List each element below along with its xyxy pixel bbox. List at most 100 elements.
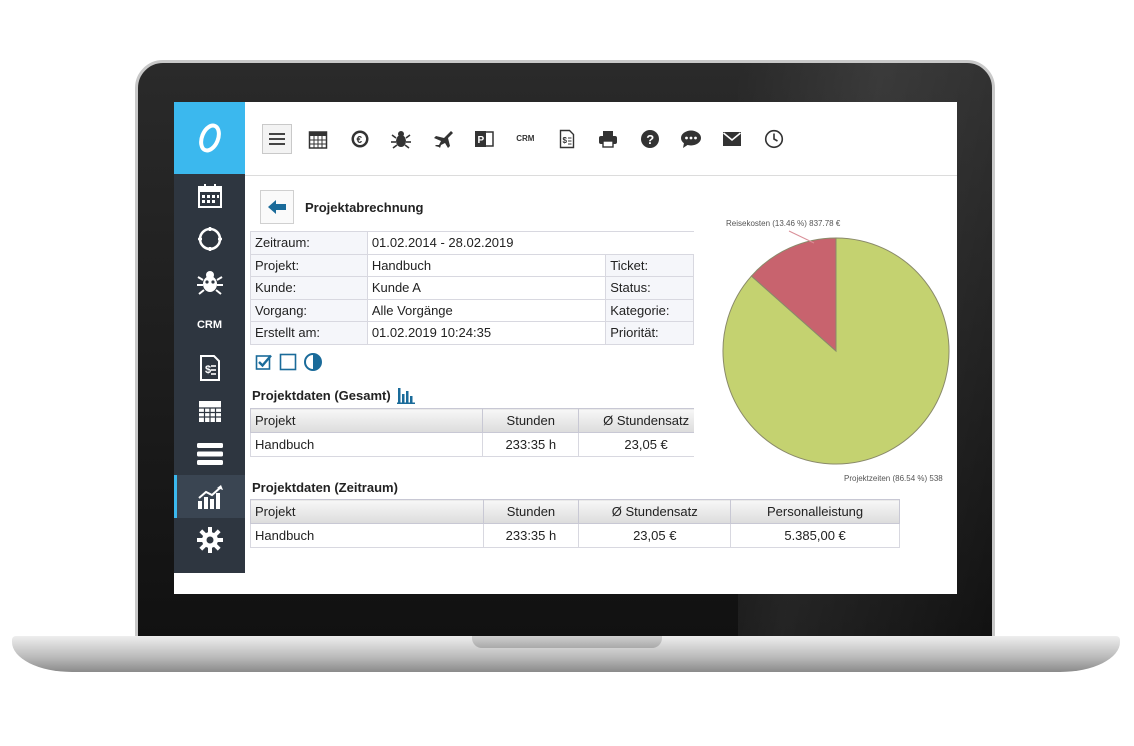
bar-chart-icon[interactable] xyxy=(396,386,415,404)
travel-button[interactable] xyxy=(428,124,458,154)
column-header[interactable]: Stunden xyxy=(482,499,580,524)
svg-text:$: $ xyxy=(205,364,211,376)
table-zeitraum: Projekt Stunden Ø Stundensatz Personalle… xyxy=(250,499,900,548)
printer-icon xyxy=(599,130,618,148)
sidebar-item-compass[interactable] xyxy=(174,217,245,260)
contrast-icon[interactable] xyxy=(303,352,323,372)
calendar-icon xyxy=(197,183,222,208)
powerpoint-icon: P xyxy=(474,130,494,147)
slice-label-projektzeiten: Projektzeiten (86.54 %) 538 xyxy=(844,474,943,483)
svg-text:$: $ xyxy=(562,136,567,145)
value-projekt: Handbuch xyxy=(366,253,607,277)
table-cell: Handbuch xyxy=(250,523,484,548)
crm-label: CRM xyxy=(516,134,535,143)
table-row: Handbuch 233:35 h 23,05 € xyxy=(249,432,714,457)
section-title-gesamt-text: Projektdaten (Gesamt) xyxy=(252,387,391,403)
gear-icon xyxy=(196,526,223,553)
crm-label: CRM xyxy=(196,318,223,331)
label-erstellt: Erstellt am: xyxy=(250,321,368,345)
finance-button[interactable]: € xyxy=(345,124,375,154)
time-button[interactable] xyxy=(759,124,789,154)
label-ticket: Ticket: xyxy=(605,253,695,277)
label-kunde: Kunde: xyxy=(250,276,368,300)
table-cell: 23,05 € xyxy=(578,523,732,548)
invoice-icon: $ xyxy=(559,129,574,148)
chat-icon xyxy=(680,130,701,148)
chat-button[interactable] xyxy=(676,124,706,154)
table-calendar-icon xyxy=(198,400,221,422)
help-icon: ? xyxy=(640,129,659,148)
clock-icon xyxy=(764,129,783,148)
label-status: Status: xyxy=(605,276,695,300)
column-header[interactable]: Projekt xyxy=(249,408,484,433)
back-button[interactable] xyxy=(260,190,294,224)
table-row: Projekt: Handbuch Ticket: xyxy=(250,253,770,277)
section-title-gesamt: Projektdaten (Gesamt) xyxy=(252,386,415,404)
pie-chart-panel: Reisekosten (13.46 %) 837.78 € Projektze… xyxy=(694,206,957,492)
label-prioritaet: Priorität: xyxy=(605,321,695,345)
sidebar-item-planner[interactable] xyxy=(174,389,245,432)
table-header-row: Projekt Stunden Ø Stundensatz Personalle… xyxy=(250,499,900,524)
info-table: Zeitraum: 01.02.2014 - 28.02.2019 Projek… xyxy=(250,231,771,345)
toolbar: € P CRM $ ? xyxy=(245,102,957,176)
label-zeitraum: Zeitraum: xyxy=(250,231,368,255)
sidebar-item-crm[interactable]: CRM xyxy=(174,303,245,346)
screen: CRM $ € P CRM $ ? Projektabrechnung Zeit… xyxy=(174,102,957,594)
sidebar: CRM $ xyxy=(174,102,245,573)
table-row: Zeitraum: 01.02.2014 - 28.02.2019 xyxy=(250,231,771,255)
list-icon xyxy=(196,442,223,465)
bug-icon xyxy=(196,270,223,295)
presentation-button[interactable]: P xyxy=(469,124,499,154)
table-header-row: Projekt Stunden Ø Stundensatz xyxy=(249,408,714,433)
svg-text:P: P xyxy=(477,135,484,146)
value-erstellt: 01.02.2019 10:24:35 xyxy=(366,321,607,345)
column-header[interactable]: Projekt xyxy=(250,499,484,524)
column-header[interactable]: Stunden xyxy=(482,408,580,433)
sidebar-item-invoices[interactable]: $ xyxy=(174,346,245,389)
slice-label-reisekosten: Reisekosten (13.46 %) 837.78 € xyxy=(726,219,841,228)
table-row: Kunde: Kunde A Status: xyxy=(250,276,770,300)
chart-icon xyxy=(197,484,223,509)
invoice-button[interactable]: $ xyxy=(552,124,582,154)
table-cell: 233:35 h xyxy=(482,432,580,457)
menu-button[interactable] xyxy=(262,123,292,154)
crm-button[interactable]: CRM xyxy=(510,124,540,154)
table-row: Erstellt am: 01.02.2019 10:24:35 Priorit… xyxy=(250,321,770,345)
label-leader-line xyxy=(788,230,815,244)
svg-text:?: ? xyxy=(646,132,654,147)
print-button[interactable] xyxy=(593,124,623,154)
sidebar-item-calendar[interactable] xyxy=(174,174,245,217)
sidebar-item-list[interactable] xyxy=(174,432,245,475)
column-header[interactable]: Personalleistung xyxy=(730,499,900,524)
label-vorgang: Vorgang: xyxy=(250,298,368,322)
logo-icon xyxy=(198,123,221,153)
column-header[interactable]: Ø Stundensatz xyxy=(578,499,732,524)
table-row: Handbuch 233:35 h 23,05 € 5.385,00 € xyxy=(250,523,900,548)
invoice-icon: $ xyxy=(199,354,220,381)
app-logo[interactable] xyxy=(174,102,245,174)
table-gesamt: Projekt Stunden Ø Stundensatz Handbuch 2… xyxy=(249,408,714,457)
calendar-icon xyxy=(309,130,328,149)
calendar-button[interactable] xyxy=(303,124,333,154)
bugs-button[interactable] xyxy=(386,124,416,154)
arrow-left-icon xyxy=(268,200,286,214)
table-cell: Handbuch xyxy=(249,432,484,457)
euro-coin-icon: € xyxy=(351,130,369,147)
checked-checkbox-icon[interactable] xyxy=(255,353,273,371)
page-title: Projektabrechnung xyxy=(305,199,424,215)
table-row: Vorgang: Alle Vorgänge Kategorie: xyxy=(250,298,770,322)
section-title-zeitraum-text: Projektdaten (Zeitraum) xyxy=(252,480,398,495)
sidebar-item-bugs[interactable] xyxy=(174,260,245,303)
table-cell: 233:35 h xyxy=(482,523,580,548)
svg-text:€: € xyxy=(356,135,362,146)
sidebar-item-settings[interactable] xyxy=(174,518,245,561)
unchecked-checkbox-icon[interactable] xyxy=(279,353,297,371)
plane-icon xyxy=(433,130,453,148)
value-vorgang: Alle Vorgänge xyxy=(366,298,607,322)
laptop-notch xyxy=(472,636,662,648)
label-kategorie: Kategorie: xyxy=(605,298,695,322)
mail-button[interactable] xyxy=(717,124,747,154)
sidebar-item-reports[interactable] xyxy=(174,475,245,518)
help-button[interactable]: ? xyxy=(635,124,665,154)
label-projekt: Projekt: xyxy=(250,253,368,277)
